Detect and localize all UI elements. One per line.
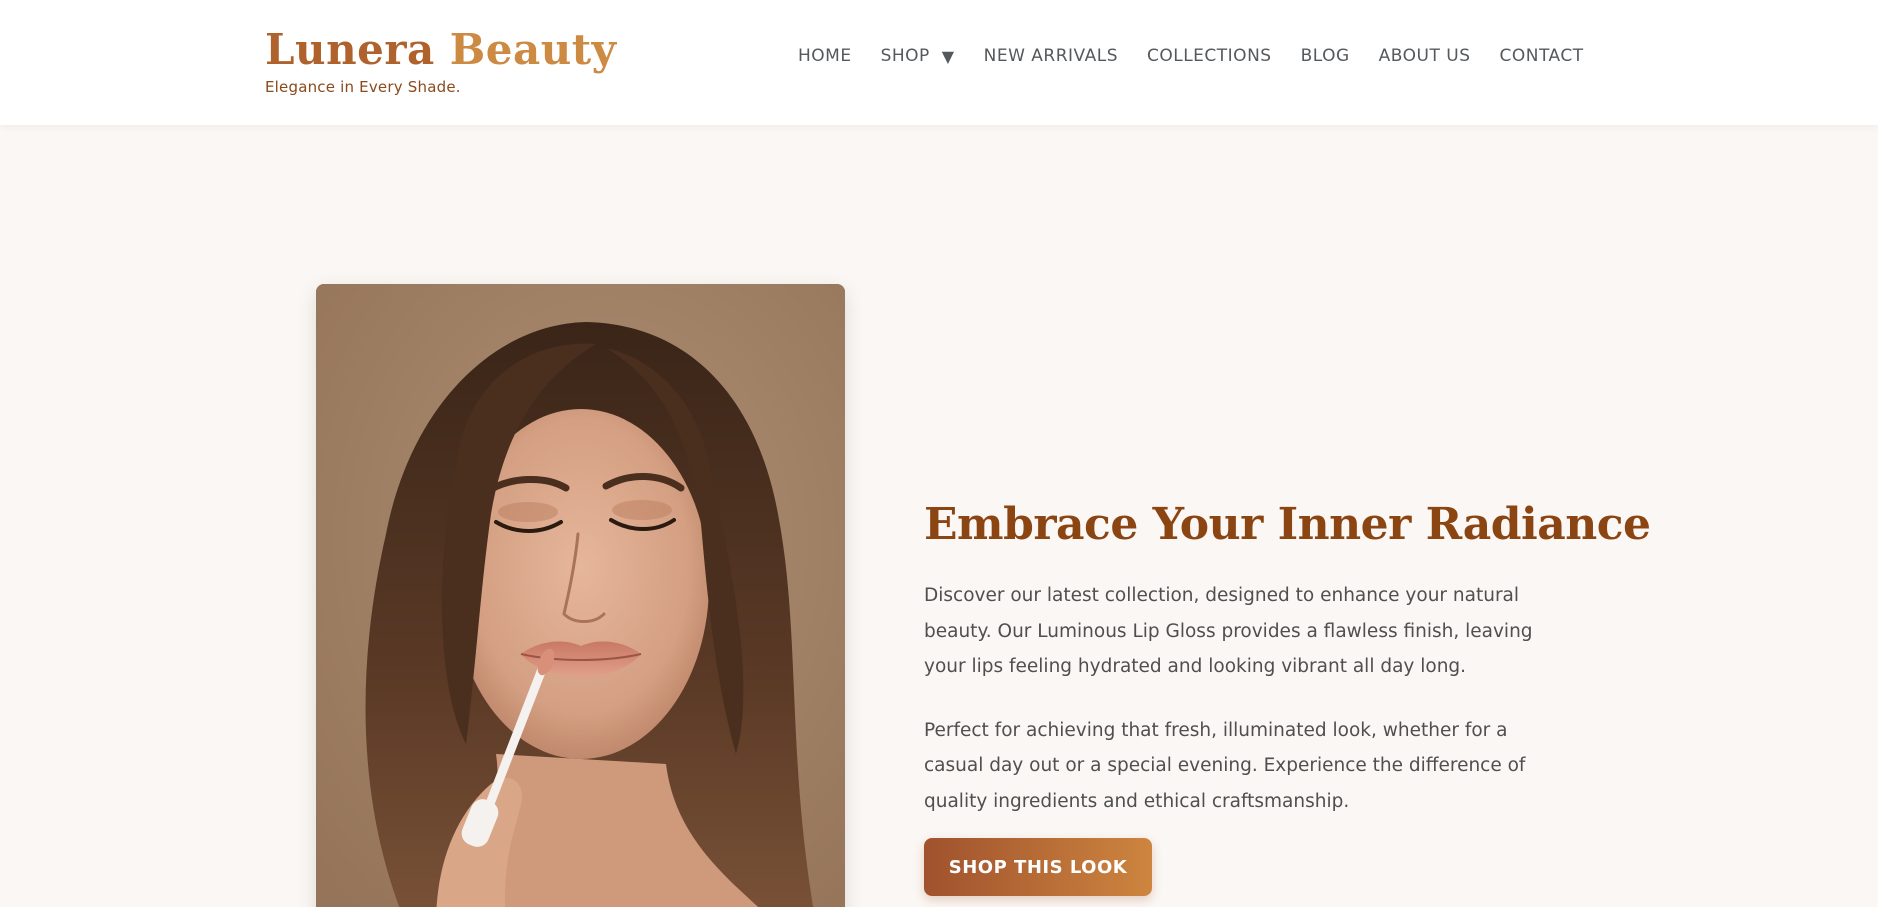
- nav-item-new-arrivals[interactable]: NEW ARRIVALS: [984, 46, 1118, 66]
- hero-content: Embrace Your Inner Radiance Discover our…: [924, 495, 1651, 896]
- nav-label-about-us: ABOUT US: [1378, 46, 1471, 66]
- hero-paragraph-1: Discover our latest collection, designed…: [924, 585, 1533, 677]
- hero-title: Embrace Your Inner Radiance: [924, 499, 1651, 550]
- shop-this-look-button[interactable]: SHOP THIS LOOK: [924, 838, 1152, 896]
- brand[interactable]: Lunera Beauty Elegance in Every Shade.: [265, 24, 617, 96]
- nav-item-shop[interactable]: SHOP ▼: [881, 46, 955, 66]
- chevron-down-icon: ▼: [941, 46, 955, 66]
- brand-name-part2: Beauty: [449, 25, 617, 74]
- nav-label-contact: CONTACT: [1499, 46, 1584, 66]
- nav-label-home: HOME: [798, 46, 852, 66]
- main-nav: HOME SHOP ▼ NEW ARRIVALS COLLECTIONS BLOG…: [798, 46, 1584, 70]
- portrait-illustration: [316, 284, 845, 907]
- nav-item-collections[interactable]: COLLECTIONS: [1147, 46, 1272, 66]
- brand-name[interactable]: Lunera Beauty: [265, 24, 617, 76]
- nav-label-collections: COLLECTIONS: [1146, 46, 1272, 66]
- brand-tagline: Elegance in Every Shade.: [265, 78, 461, 96]
- hero-paragraph-2: Perfect for achieving that fresh, illumi…: [924, 719, 1526, 812]
- hero-image: [316, 284, 845, 907]
- nav-label-new-arrivals: NEW ARRIVALS: [983, 46, 1118, 66]
- nav-item-about-us[interactable]: ABOUT US: [1379, 46, 1471, 66]
- site-header: Lunera Beauty Elegance in Every Shade. H…: [0, 0, 1878, 125]
- nav-item-blog[interactable]: BLOG: [1301, 46, 1350, 66]
- nav-item-contact[interactable]: CONTACT: [1500, 46, 1584, 66]
- nav-item-home[interactable]: HOME: [798, 46, 852, 66]
- nav-label-shop: SHOP: [880, 46, 930, 66]
- brand-name-part1: Lunera: [265, 25, 450, 74]
- nav-label-blog: BLOG: [1300, 46, 1350, 66]
